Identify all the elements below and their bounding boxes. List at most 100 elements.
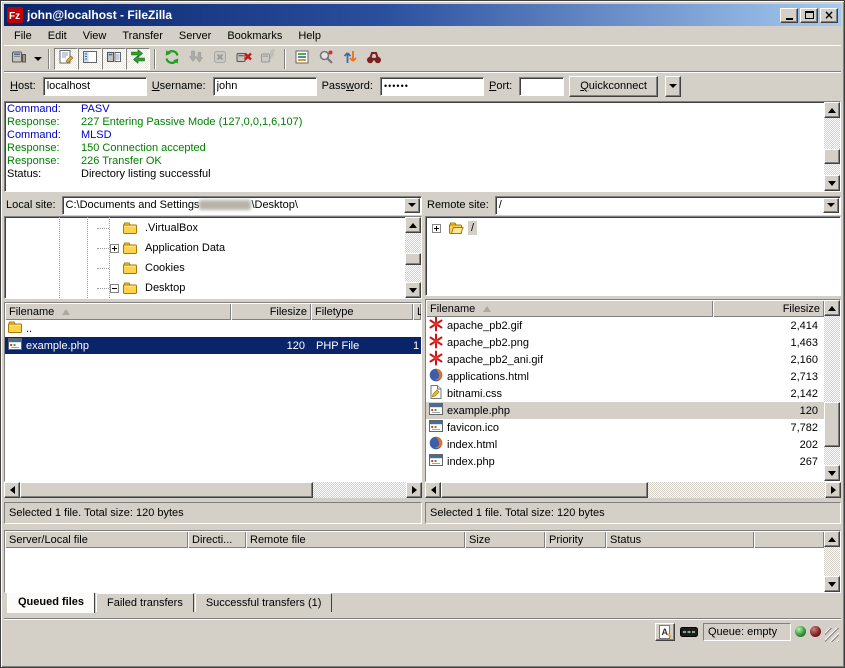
scroll-left-button[interactable] <box>4 482 20 498</box>
reconnect-button[interactable] <box>256 48 280 70</box>
scroll-thumb[interactable] <box>405 253 421 265</box>
menu-item-transfer[interactable]: Transfer <box>114 28 171 44</box>
quickconnect-dropdown-button[interactable] <box>665 76 681 97</box>
scroll-track[interactable] <box>405 233 421 282</box>
toggle-message-log-button[interactable] <box>54 48 78 70</box>
scroll-track[interactable] <box>824 547 840 576</box>
file-row-apache-pb2-gif[interactable]: apache_pb2.gif2,414 <box>426 317 824 334</box>
synchronized-browsing-button[interactable] <box>338 48 362 70</box>
toggle-local-tree-button[interactable] <box>78 48 102 70</box>
scroll-thumb[interactable] <box>824 149 840 163</box>
file-row-favicon-ico[interactable]: favicon.ico7,782 <box>426 419 824 436</box>
local-column-header-filesize[interactable]: Filesize <box>231 303 311 320</box>
menu-item-file[interactable]: File <box>6 28 40 44</box>
directory-filters-button[interactable] <box>290 48 314 70</box>
scroll-thumb[interactable] <box>441 482 648 498</box>
local-tree-scrollbar[interactable] <box>405 217 421 298</box>
remote-column-header-filename[interactable]: Filename <box>426 300 713 317</box>
queue-scrollbar[interactable] <box>824 531 840 592</box>
remote-path-dropdown-button[interactable] <box>823 198 839 213</box>
scroll-up-button[interactable] <box>824 531 840 547</box>
local-path-dropdown-button[interactable] <box>404 198 420 213</box>
local-column-header-filetype[interactable]: Filetype <box>311 303 413 320</box>
close-button[interactable]: × <box>820 8 838 23</box>
scroll-down-button[interactable] <box>405 282 421 298</box>
remote-list-scrollbar[interactable] <box>824 300 840 481</box>
port-input[interactable] <box>519 77 564 96</box>
tab-failed-transfers[interactable]: Failed transfers <box>96 593 194 612</box>
scroll-track[interactable] <box>20 482 406 498</box>
queue-column-header-status[interactable]: Status <box>606 531 754 548</box>
queue-column-header-server-local-file[interactable]: Server/Local file <box>5 531 188 548</box>
local-horizontal-scrollbar[interactable] <box>4 482 422 498</box>
password-input[interactable] <box>380 77 484 96</box>
tree-item-root[interactable]: / <box>426 218 840 238</box>
toggle-remote-tree-button[interactable] <box>102 48 126 70</box>
file-row-bitnami-css[interactable]: bitnami.css2,142 <box>426 385 824 402</box>
queue-column-header-priority[interactable]: Priority <box>545 531 606 548</box>
remote-column-header-filesize[interactable]: Filesize <box>713 300 824 317</box>
message-log-scrollbar[interactable] <box>824 102 840 191</box>
scroll-track[interactable] <box>824 118 840 175</box>
scroll-down-button[interactable] <box>824 576 840 592</box>
menu-item-help[interactable]: Help <box>290 28 329 44</box>
tree-item-desktop[interactable]: Desktop <box>5 278 405 298</box>
scroll-up-button[interactable] <box>824 300 840 316</box>
speed-limit-icon[interactable] <box>679 623 699 641</box>
local-column-header-filename[interactable]: Filename <box>5 303 231 320</box>
scroll-right-button[interactable] <box>825 482 841 498</box>
queue-column-header-directi-[interactable]: Directi... <box>188 531 246 548</box>
scroll-left-button[interactable] <box>425 482 441 498</box>
queue-column-header-remote-file[interactable]: Remote file <box>246 531 465 548</box>
data-type-indicator-icon[interactable]: A <box>655 623 675 641</box>
host-input[interactable] <box>43 77 147 96</box>
tree-item-cookies[interactable]: Cookies <box>5 258 405 278</box>
local-column-header-l[interactable]: L <box>413 303 421 320</box>
file-row-example-php[interactable]: example.php120 <box>426 402 824 419</box>
process-queue-button[interactable] <box>184 48 208 70</box>
quickconnect-button[interactable]: Quickconnect <box>569 76 658 97</box>
file-row-apache-pb2-png[interactable]: apache_pb2.png1,463 <box>426 334 824 351</box>
maximize-button[interactable] <box>800 8 818 23</box>
toggle-transfer-queue-button[interactable] <box>126 48 150 70</box>
scroll-track[interactable] <box>441 482 825 498</box>
find-files-button[interactable] <box>362 48 386 70</box>
queue-column-header-size[interactable]: Size <box>465 531 545 548</box>
menu-item-server[interactable]: Server <box>171 28 219 44</box>
scroll-track[interactable] <box>824 316 840 465</box>
queue-column-header-blank[interactable] <box>754 531 824 548</box>
cancel-operation-button[interactable] <box>208 48 232 70</box>
tab-successful-transfers-1-[interactable]: Successful transfers (1) <box>195 593 333 612</box>
scroll-right-button[interactable] <box>406 482 422 498</box>
tab-queued-files[interactable]: Queued files <box>7 592 95 613</box>
tree-item--virtualbox[interactable]: .VirtualBox <box>5 218 405 238</box>
scroll-down-button[interactable] <box>824 175 840 191</box>
minimize-button[interactable] <box>780 8 798 23</box>
file-row--[interactable]: .. <box>5 320 421 337</box>
scroll-thumb[interactable] <box>824 402 840 447</box>
file-row-index-php[interactable]: index.php267 <box>426 453 824 470</box>
remote-path-combobox[interactable]: / <box>495 196 841 215</box>
collapse-toggle[interactable] <box>110 284 119 293</box>
menu-item-bookmarks[interactable]: Bookmarks <box>219 28 290 44</box>
menu-item-edit[interactable]: Edit <box>40 28 75 44</box>
file-row-applications-html[interactable]: applications.html2,713 <box>426 368 824 385</box>
scroll-down-button[interactable] <box>824 465 840 481</box>
directory-comparison-button[interactable] <box>314 48 338 70</box>
tree-item-application-data[interactable]: Application Data <box>5 238 405 258</box>
expand-toggle[interactable] <box>432 224 441 233</box>
site-manager-button[interactable] <box>7 48 31 70</box>
disconnect-button[interactable] <box>232 48 256 70</box>
scroll-thumb[interactable] <box>20 482 313 498</box>
expand-toggle[interactable] <box>110 244 119 253</box>
remote-horizontal-scrollbar[interactable] <box>425 482 841 498</box>
file-row-apache-pb2-ani-gif[interactable]: apache_pb2_ani.gif2,160 <box>426 351 824 368</box>
refresh-button[interactable] <box>160 48 184 70</box>
local-path-combobox[interactable]: C:\Documents and Settings\Desktop\ <box>62 196 422 215</box>
scroll-up-button[interactable] <box>824 102 840 118</box>
site-manager-dropdown-button[interactable] <box>31 48 44 70</box>
menu-item-view[interactable]: View <box>75 28 115 44</box>
file-row-index-html[interactable]: index.html202 <box>426 436 824 453</box>
file-row-example-php[interactable]: example.php120PHP File1 <box>5 337 421 354</box>
scroll-up-button[interactable] <box>405 217 421 233</box>
